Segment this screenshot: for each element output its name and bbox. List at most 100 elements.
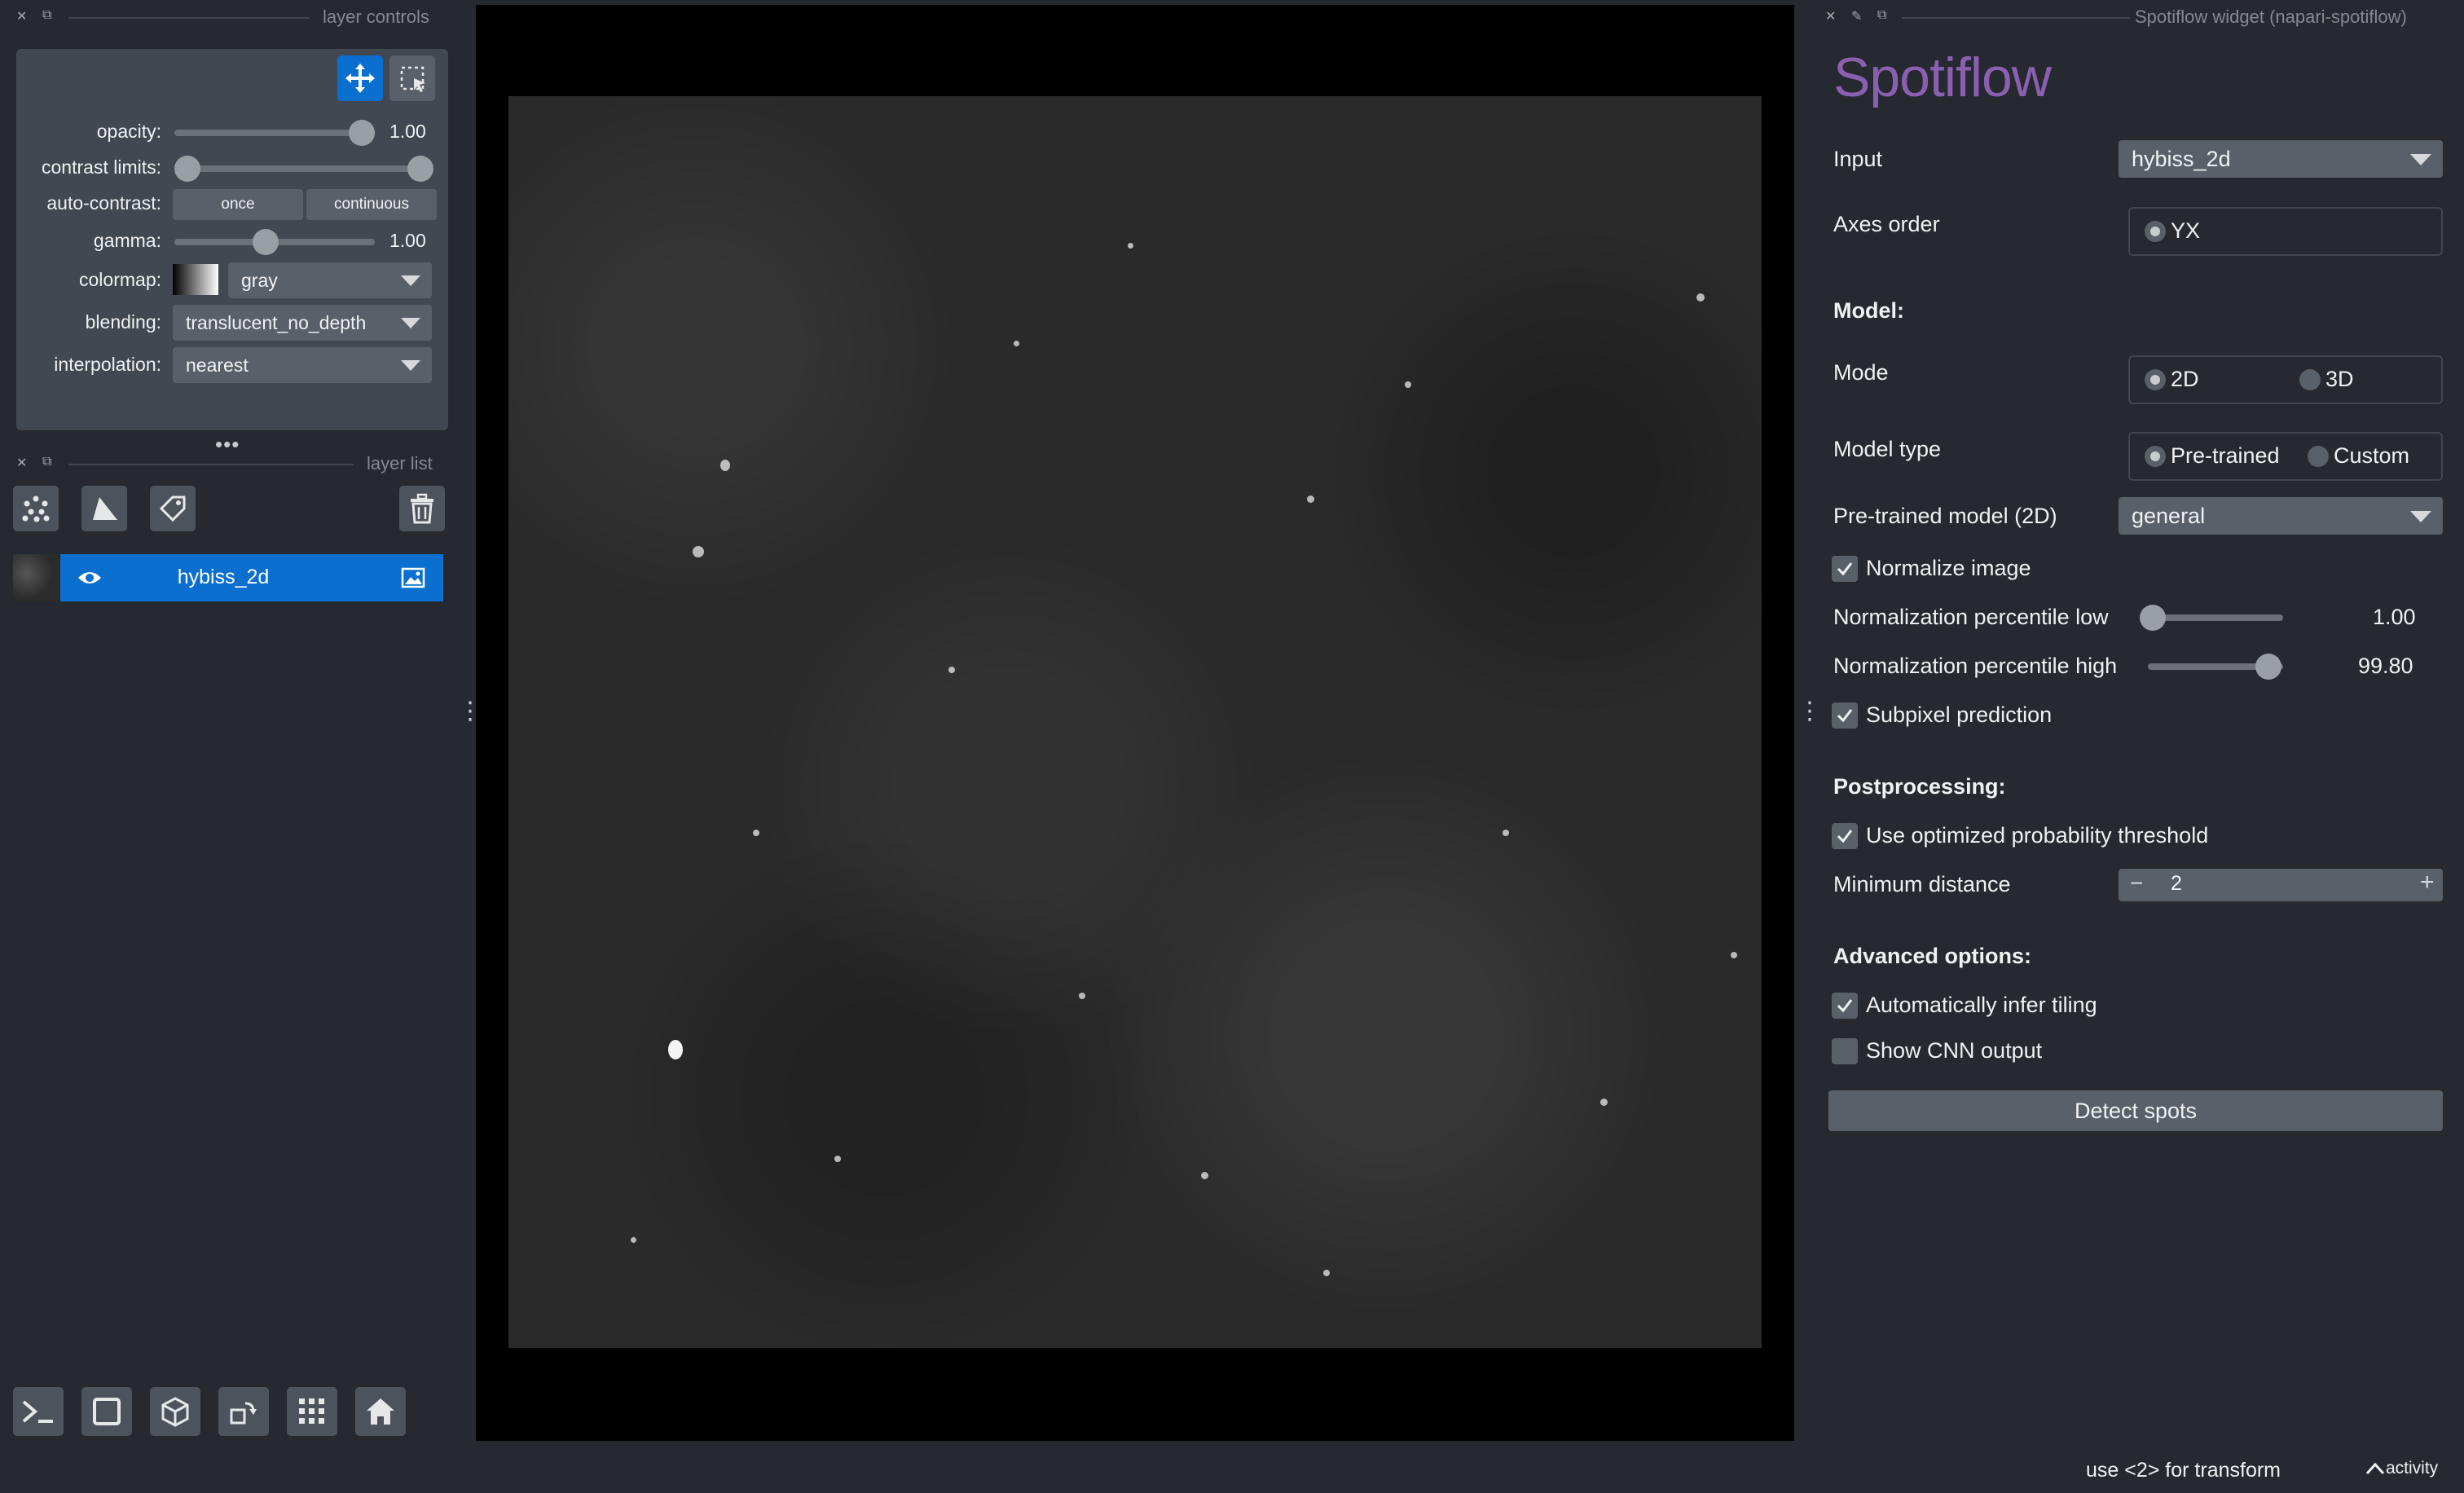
axes-yx-radio[interactable] — [2145, 221, 2166, 242]
delete-layer-button[interactable] — [399, 486, 445, 531]
select-button[interactable] — [389, 55, 435, 101]
new-shapes-layer-button[interactable] — [81, 486, 127, 531]
pretrained-model-label: Pre-trained model (2D) — [1833, 504, 2057, 528]
layer-row-hybiss_2d[interactable]: hybiss_2d — [60, 554, 443, 601]
norm-high-slider-handle[interactable] — [2255, 654, 2281, 680]
new-points-layer-button[interactable] — [13, 486, 59, 531]
colormap-swatch — [173, 264, 218, 295]
home-icon — [367, 1398, 394, 1425]
image-spot — [1014, 341, 1019, 346]
image-spot — [1600, 1099, 1608, 1106]
ndisplay-toggle-button[interactable] — [81, 1387, 132, 1436]
norm-low-slider-handle[interactable] — [2140, 605, 2166, 631]
min-distance-stepper[interactable]: − 2 + — [2119, 869, 2443, 901]
gamma-slider-handle[interactable] — [253, 229, 279, 255]
layer-list-title: layer list — [367, 453, 433, 473]
dock-float-icon[interactable]: ⧉ — [42, 8, 51, 23]
show-cnn-checkbox[interactable] — [1832, 1038, 1858, 1064]
label-tag-icon — [159, 495, 186, 522]
model-pretrained-radio[interactable] — [2145, 446, 2166, 467]
normalize-checkbox[interactable] — [1832, 556, 1858, 582]
trash-icon — [411, 493, 433, 524]
mode-2d-radio[interactable] — [2145, 369, 2166, 390]
auto-contrast-label: auto-contrast: — [46, 192, 161, 214]
console-button[interactable] — [13, 1387, 64, 1436]
norm-low-value: 1.00 — [2373, 605, 2416, 629]
pretrained-model-select[interactable]: general — [2119, 497, 2443, 535]
auto-contrast-once-button[interactable]: once — [173, 189, 303, 220]
norm-high-value: 99.80 — [2358, 654, 2413, 678]
roll-dimensions-button[interactable] — [150, 1387, 200, 1436]
normalize-label: Normalize image — [1866, 556, 2031, 580]
home-button[interactable] — [355, 1387, 406, 1436]
axes-order-group: YX — [2128, 207, 2443, 256]
model-pretrained-label: Pre-trained — [2171, 443, 2280, 468]
image-icon — [401, 567, 425, 588]
dock-pin-icon[interactable]: ✎ — [1851, 8, 1862, 24]
right-dock-splitter-icon[interactable]: ⋮ — [1797, 699, 1822, 724]
image-spot — [1503, 830, 1509, 836]
eye-icon[interactable] — [77, 568, 103, 588]
dock-close-icon[interactable]: ✕ — [1825, 8, 1836, 24]
pretrained-model-value: general — [2132, 504, 2206, 528]
dock-float-icon[interactable]: ⧉ — [42, 455, 51, 469]
subpixel-checkbox[interactable] — [1832, 702, 1858, 729]
norm-low-slider-track[interactable] — [2148, 614, 2283, 621]
image-spot — [631, 1237, 636, 1243]
postprocessing-header: Postprocessing: — [1833, 774, 2006, 799]
infer-tiling-checkbox[interactable] — [1832, 993, 1858, 1019]
square-2d-icon — [93, 1398, 121, 1425]
gamma-label: gamma: — [93, 230, 161, 251]
new-labels-layer-button[interactable] — [150, 486, 196, 531]
chevron-down-icon — [401, 275, 420, 286]
axes-order-label: Axes order — [1833, 212, 1940, 236]
contrast-max-handle[interactable] — [407, 156, 433, 182]
shapes-icon — [93, 497, 117, 520]
input-value: hybiss_2d — [2132, 147, 2231, 171]
model-type-group: Pre-trained Custom — [2128, 432, 2443, 481]
dock-float-icon[interactable]: ⧉ — [1877, 8, 1886, 23]
transform-button[interactable] — [337, 55, 383, 101]
opt-threshold-checkbox[interactable] — [1832, 823, 1858, 849]
title-divider — [68, 17, 310, 19]
contrast-min-handle[interactable] — [174, 156, 200, 182]
image-spot — [1731, 952, 1737, 958]
move-icon — [345, 64, 375, 93]
advanced-options-header: Advanced options: — [1833, 944, 2032, 968]
image-spot — [1323, 1270, 1330, 1276]
grid-mode-button[interactable] — [287, 1387, 337, 1436]
opacity-slider-track[interactable] — [174, 130, 375, 136]
chevron-up-icon — [2365, 1463, 2385, 1475]
contrast-slider-track[interactable] — [181, 165, 425, 172]
activity-button[interactable]: activity — [2365, 1459, 2438, 1478]
norm-high-label: Normalization percentile high — [1833, 654, 2118, 678]
spotiflow-logo: Spotiflow — [1833, 46, 2052, 108]
chevron-down-icon — [2410, 511, 2431, 522]
lasso-select-icon — [400, 66, 425, 92]
blending-value: translucent_no_depth — [186, 312, 367, 333]
input-select[interactable]: hybiss_2d — [2119, 140, 2443, 178]
subpixel-label: Subpixel prediction — [1866, 702, 2053, 727]
model-custom-radio[interactable] — [2308, 446, 2329, 467]
opacity-slider-handle[interactable] — [349, 120, 375, 146]
colormap-label: colormap: — [79, 269, 161, 290]
decrement-button[interactable]: − — [2130, 870, 2143, 896]
auto-contrast-continuous-button[interactable]: continuous — [306, 189, 437, 220]
detect-spots-button[interactable]: Detect spots — [1828, 1090, 2443, 1131]
colormap-select[interactable]: gray — [228, 262, 432, 298]
dock-splitter-handle[interactable]: ••• — [215, 432, 240, 457]
viewer-canvas[interactable] — [476, 5, 1794, 1441]
increment-button[interactable]: + — [2420, 869, 2435, 896]
image-spot — [834, 1156, 841, 1162]
model-type-label: Model type — [1833, 437, 1942, 461]
min-distance-value[interactable]: 2 — [2171, 872, 2182, 896]
blending-select[interactable]: translucent_no_depth — [173, 305, 432, 341]
rotate-icon — [230, 1402, 257, 1425]
transpose-button[interactable] — [218, 1387, 269, 1436]
layer-name: hybiss_2d — [177, 566, 270, 588]
opacity-label: opacity: — [96, 121, 161, 142]
dock-close-icon[interactable]: ✕ — [16, 8, 27, 24]
dock-close-icon[interactable]: ✕ — [16, 455, 27, 471]
interpolation-select[interactable]: nearest — [173, 347, 432, 383]
mode-3d-radio[interactable] — [2299, 369, 2321, 390]
